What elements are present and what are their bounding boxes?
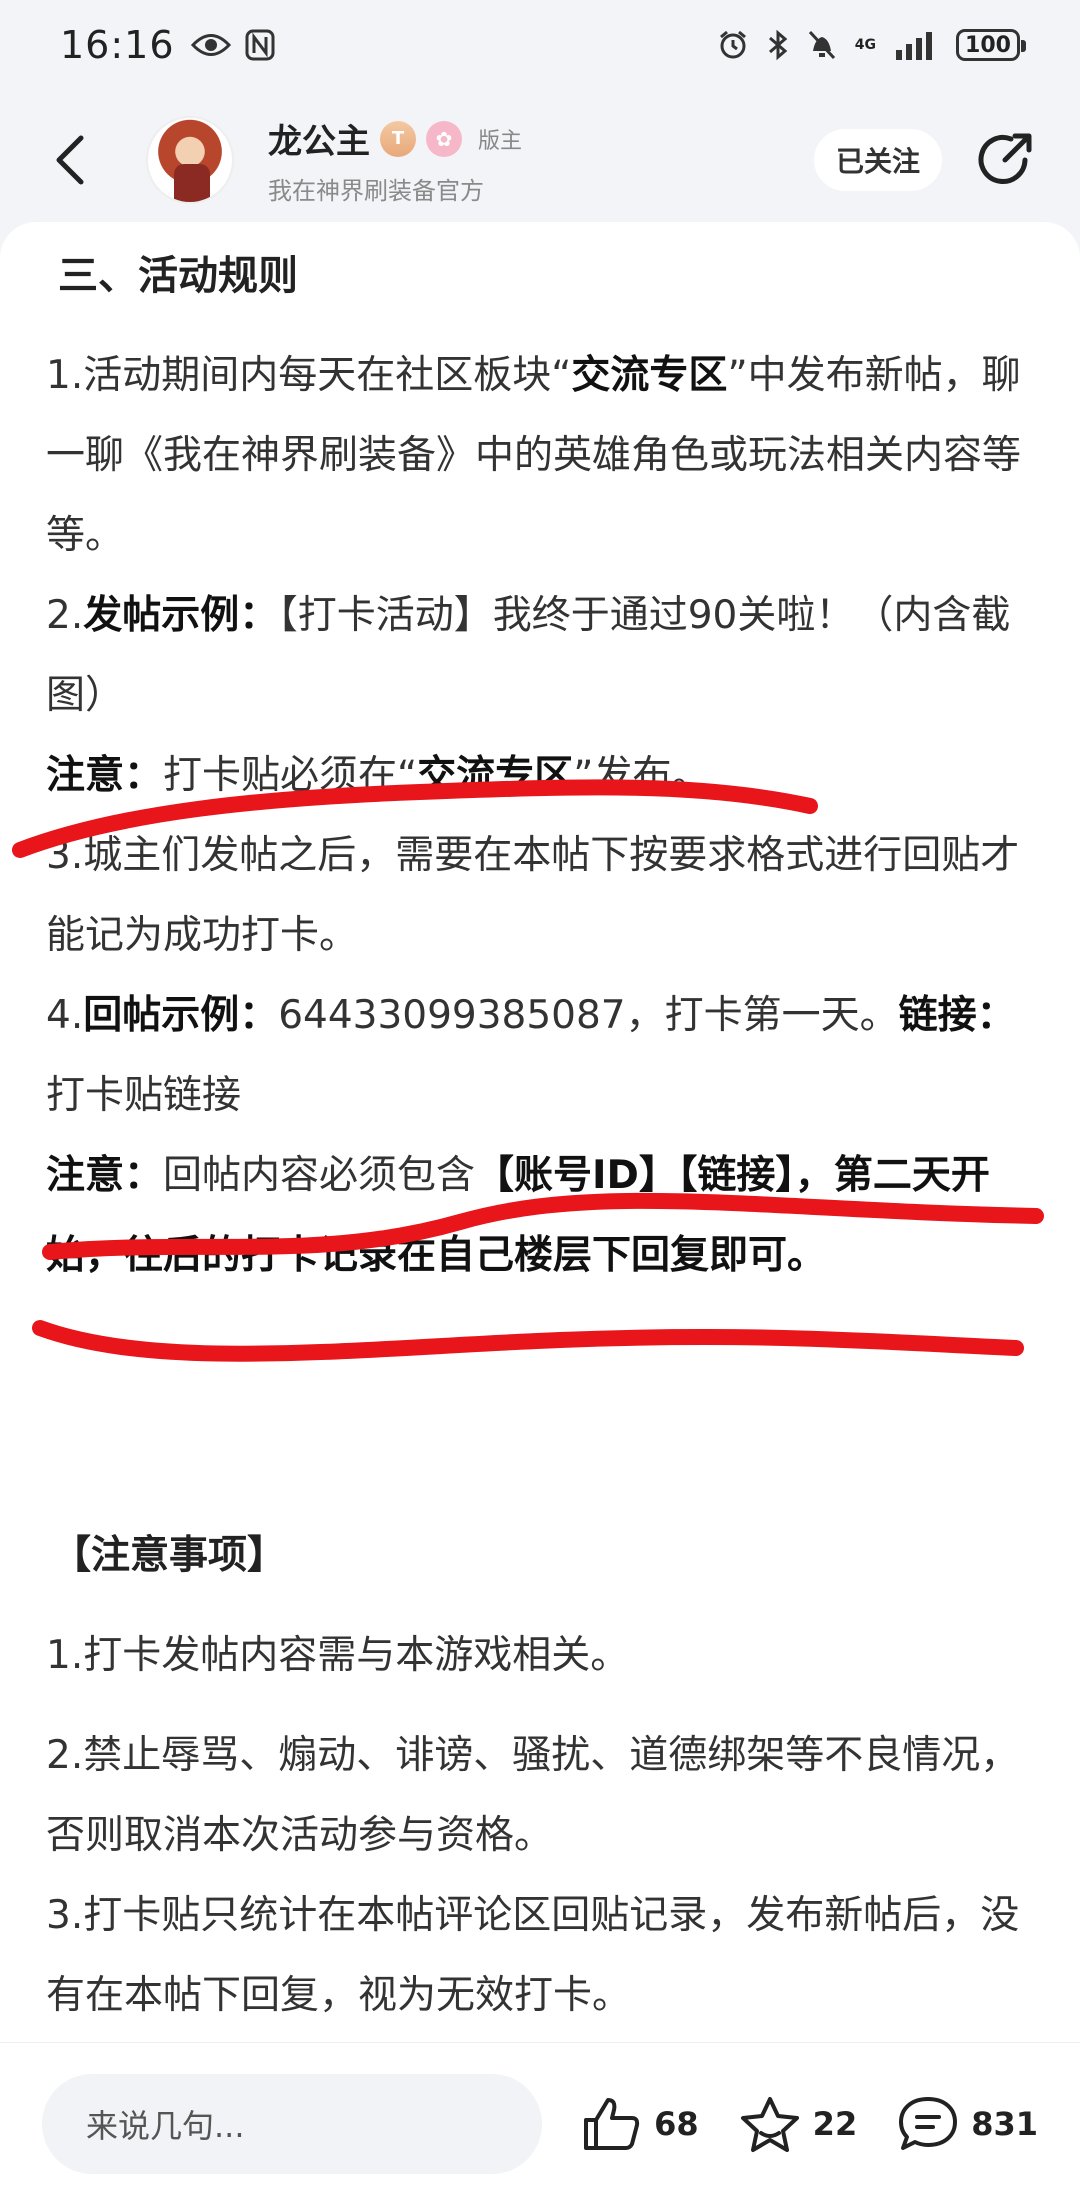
comment-placeholder: 来说几句...: [86, 2106, 245, 2145]
back-button[interactable]: [40, 130, 100, 190]
bottom-action-bar: 来说几句... 68 22 831: [0, 2042, 1080, 2204]
avatar[interactable]: [146, 116, 234, 204]
star-icon: [740, 2096, 799, 2152]
note-1: 注意：打卡贴必须在“交流专区”发布。: [46, 753, 711, 798]
moderator-badge-icon: ✿: [426, 120, 462, 157]
battery-icon: 100: [956, 29, 1026, 61]
author-name[interactable]: 龙公主: [268, 114, 370, 163]
comment-count: 831: [971, 2104, 1038, 2143]
like-button[interactable]: 68: [582, 2096, 699, 2152]
alarm-icon: [719, 30, 746, 59]
battery-level: 100: [965, 32, 1011, 58]
notice-2: 2.禁止辱骂、煽动、诽谤、骚扰、道德绑架等不良情况，否则取消本次活动参与资格。: [46, 1733, 1020, 1858]
favorite-button[interactable]: 22: [739, 2095, 858, 2153]
signal-icon: [896, 32, 932, 60]
share-button[interactable]: [970, 125, 1040, 195]
note-2: 注意：回帖内容必须包含【账号ID】【链接】，第二天开始，往后的打卡记录在自己楼层…: [46, 1153, 990, 1278]
eye-icon: [190, 34, 231, 56]
level-badge-icon: T: [380, 120, 416, 157]
rule-4: 4.回帖示例：64433099385087，打卡第一天。链接：打卡贴链接: [46, 993, 1016, 1118]
comment-icon: [899, 2096, 958, 2150]
post-content: 三、活动规则 1.活动期间内每天在社区板块“交流专区”中发布新帖，聊一聊《我在神…: [0, 222, 1080, 2042]
favorite-count: 22: [812, 2104, 858, 2143]
like-count: 68: [654, 2104, 699, 2143]
author-subtitle: 我在神界刷装备官方: [268, 177, 484, 205]
bluetooth-icon: [768, 29, 788, 61]
rule-1: 1.活动期间内每天在社区板块“交流专区”中发布新帖，聊一聊《我在神界刷装备》中的…: [46, 353, 1022, 558]
rule-2: 2.发帖示例：【打卡活动】我终于通过90关啦！（内含截图）: [46, 593, 1011, 718]
nfc-icon: [245, 29, 275, 61]
section-title: 三、活动规则: [58, 253, 298, 299]
comment-input[interactable]: 来说几句...: [42, 2073, 543, 2174]
comment-button[interactable]: 831: [897, 2095, 1038, 2153]
rule-3: 3.城主们发帖之后，需要在本帖下按要求格式进行回贴才能记为成功打卡。: [46, 833, 1020, 958]
back-arrow-icon: [56, 135, 84, 185]
author-info: 龙公主 T ✿ 版主 我在神界刷装备官方: [268, 114, 522, 206]
notice-3: 3.打卡贴只统计在本帖评论区回贴记录，发布新帖后，没有在本帖下回复，视为无效打卡…: [46, 1893, 1020, 2018]
share-icon: [978, 133, 1032, 184]
status-time: 16:16: [60, 23, 175, 67]
thumbs-up-icon: [584, 2097, 640, 2150]
follow-button[interactable]: 已关注: [813, 129, 942, 191]
status-bar: 16:16 4G 100: [0, 0, 1080, 90]
notice-1: 1.打卡发帖内容需与本游戏相关。: [46, 1633, 630, 1678]
network-label: 4G: [854, 37, 876, 53]
red-underline-3: [32, 1320, 1024, 1362]
notice-title: 【注意事项】: [52, 1533, 287, 1578]
mute-icon: [808, 30, 835, 60]
role-label: 版主: [478, 128, 523, 154]
post-header: 龙公主 T ✿ 版主 我在神界刷装备官方 已关注: [0, 100, 1080, 220]
